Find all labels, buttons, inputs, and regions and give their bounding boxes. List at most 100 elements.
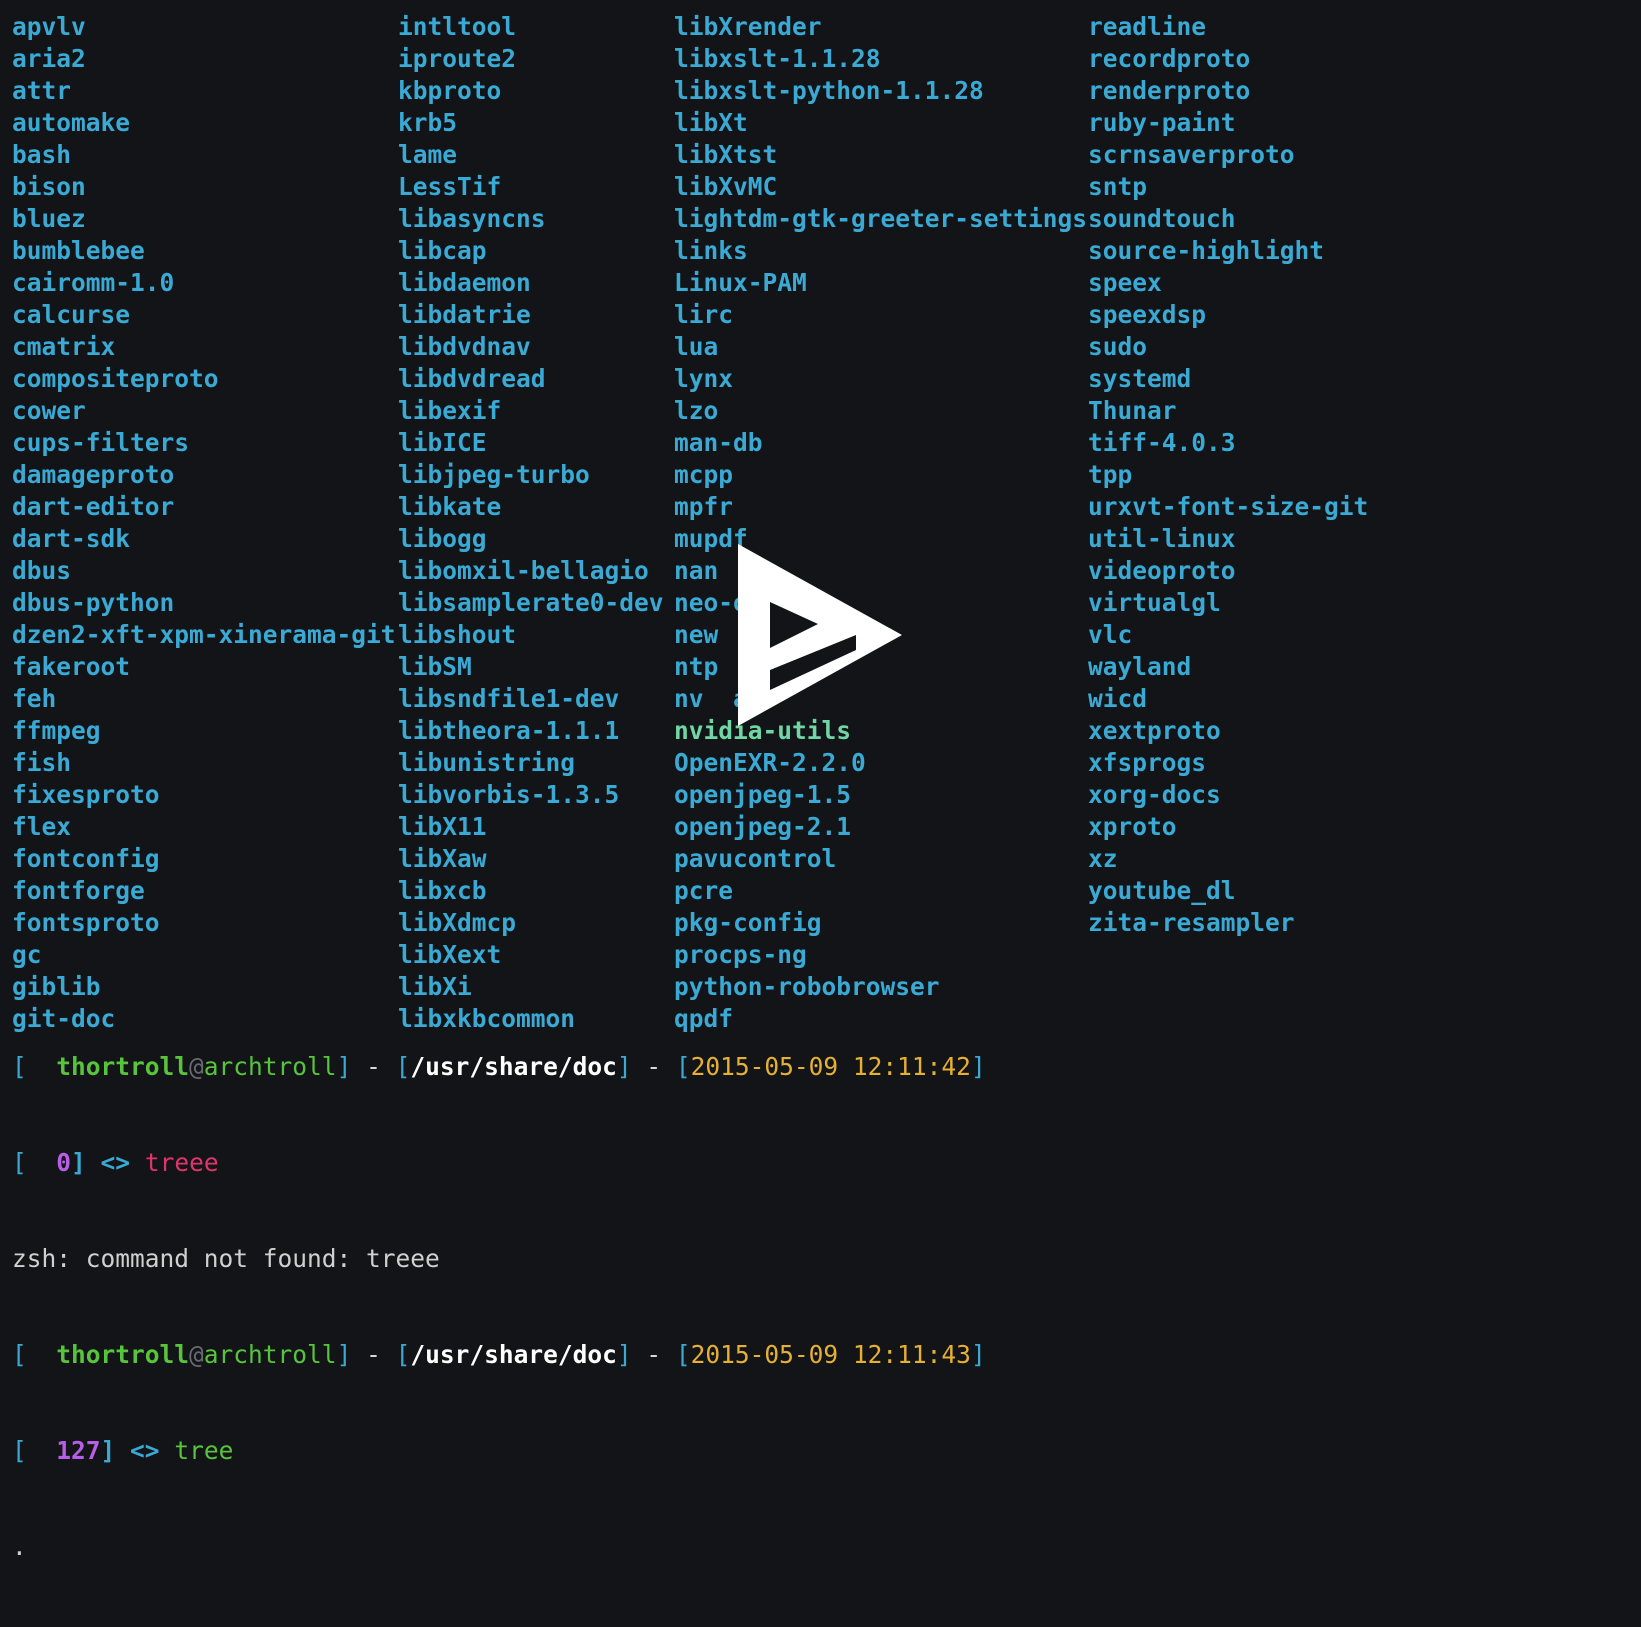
file-entry: renderproto xyxy=(1088,76,1251,105)
terminal-window[interactable]: apvlv aria2 attr automake bash bison bluez bumb… xyxy=(0,0,1641,1561)
file-entry: libdvdread xyxy=(398,364,546,393)
file-entry: dzen2-xft-xpm-xinerama-git xyxy=(12,620,396,649)
file-entry: libX11 xyxy=(398,812,487,841)
prompt-line-2: [ thortroll@archtroll] - [/usr/share/doc… xyxy=(12,1339,986,1371)
file-entry: LessTif xyxy=(398,172,502,201)
file-entry: sntp xyxy=(1088,172,1148,201)
file-entry: libxslt-python-1.1.28 xyxy=(674,76,984,105)
timestamp: 2015-05-09 12:11:43 xyxy=(690,1340,971,1369)
separator: - xyxy=(351,1052,396,1081)
file-entry: wicd xyxy=(1088,684,1148,713)
file-entry: util-linux xyxy=(1088,524,1236,553)
file-entry: damageproto xyxy=(12,460,175,489)
file-entry: dart-sdk xyxy=(12,524,131,553)
file-entry: xproto xyxy=(1088,812,1177,841)
file-entry: ruby-paint xyxy=(1088,108,1236,137)
file-entry: libasyncns xyxy=(398,204,546,233)
file-entry: libsamplerate0-dev xyxy=(398,588,664,617)
play-icon[interactable] xyxy=(730,540,910,730)
file-entry: Thunar xyxy=(1088,396,1177,425)
file-entry: bison xyxy=(12,172,86,201)
separator: - xyxy=(351,1340,396,1369)
prompt-area: [ thortroll@archtroll] - [/usr/share/doc… xyxy=(12,987,986,1627)
file-entry: videoproto xyxy=(1088,556,1236,585)
file-entry: krb5 xyxy=(398,108,458,137)
file-entry: cower xyxy=(12,396,86,425)
file-entry: libdvdnav xyxy=(398,332,531,361)
file-entry: bumblebee xyxy=(12,236,145,265)
file-entry: openjpeg-1.5 xyxy=(674,780,852,809)
file-entry: libXt xyxy=(674,108,748,137)
file-entry: youtube_dl xyxy=(1088,876,1236,905)
file-entry: libexif xyxy=(398,396,502,425)
bracket: [ xyxy=(12,1052,57,1081)
file-entry: readline xyxy=(1088,12,1207,41)
file-entry: libxslt-1.1.28 xyxy=(674,44,881,73)
hostname: archtroll xyxy=(203,1340,337,1369)
file-entry: procps-ng xyxy=(674,940,807,969)
file-entry: libXtst xyxy=(674,140,778,169)
bracket: [ xyxy=(12,1436,57,1465)
file-entry: automake xyxy=(12,108,131,137)
file-entry: tpp xyxy=(1088,460,1133,489)
listing-column-3: libXrender libxslt-1.1.28 libxslt-python-1… xyxy=(674,11,1087,1035)
separator: - xyxy=(631,1340,676,1369)
file-entry: soundtouch xyxy=(1088,204,1236,233)
file-entry: mcpp xyxy=(674,460,734,489)
file-entry: openjpeg-2.1 xyxy=(674,812,852,841)
file-entry: xfsprogs xyxy=(1088,748,1207,777)
listing-column-4: readline recordproto renderproto ruby-paint… xyxy=(1088,11,1368,939)
file-entry: libSM xyxy=(398,652,472,681)
bracket: [ xyxy=(395,1052,411,1081)
file-entry: kbproto xyxy=(398,76,502,105)
file-entry: lua xyxy=(674,332,719,361)
file-entry: virtualgl xyxy=(1088,588,1221,617)
file-entry: libunistring xyxy=(398,748,576,777)
listing-column-1: apvlv aria2 attr automake bash bison bluez bumb… xyxy=(12,11,396,1035)
file-entry: source-highlight xyxy=(1088,236,1325,265)
file-entry: libcap xyxy=(398,236,487,265)
timestamp: 2015-05-09 12:11:42 xyxy=(690,1052,971,1081)
bracket: ] xyxy=(336,1052,352,1081)
at-sign: @ xyxy=(189,1052,204,1081)
file-entry: libXext xyxy=(398,940,502,969)
file-entry: apvlv xyxy=(12,12,86,41)
status-line-2: [ 127] <> tree xyxy=(12,1435,986,1467)
exit-code: 127 xyxy=(56,1436,101,1465)
file-entry: cairomm-1.0 xyxy=(12,268,175,297)
file-entry: lzo xyxy=(674,396,719,425)
at-sign: @ xyxy=(189,1340,204,1369)
file-entry: libtheora-1.1.1 xyxy=(398,716,620,745)
prompt-arrow: <> xyxy=(85,1148,145,1177)
current-path: /usr/share/doc xyxy=(410,1052,617,1081)
bracket: ] xyxy=(71,1148,86,1177)
file-entry: libXdmcp xyxy=(398,908,517,937)
file-entry: fontsproto xyxy=(12,908,160,937)
bracket: ] xyxy=(616,1340,632,1369)
file-entry: tiff-4.0.3 xyxy=(1088,428,1236,457)
prompt-arrow: <> xyxy=(115,1436,175,1465)
file-entry: libICE xyxy=(398,428,487,457)
exit-code: 0 xyxy=(56,1148,72,1177)
file-entry: lame xyxy=(398,140,458,169)
file-entry: libdaemon xyxy=(398,268,531,297)
file-entry: man-db xyxy=(674,428,763,457)
file-entry: dbus-python xyxy=(12,588,175,617)
file-entry: feh xyxy=(12,684,57,713)
file-entry: bash xyxy=(12,140,72,169)
file-entry: libXvMC xyxy=(674,172,778,201)
bracket: [ xyxy=(675,1052,691,1081)
file-entry: dbus xyxy=(12,556,72,585)
bracket: [ xyxy=(675,1340,691,1369)
file-entry: wayland xyxy=(1088,652,1192,681)
bracket: [ xyxy=(12,1148,57,1177)
file-entry: xorg-docs xyxy=(1088,780,1221,809)
bracket: ] xyxy=(970,1052,986,1081)
file-entry: scrnsaverproto xyxy=(1088,140,1295,169)
file-entry: mpfr xyxy=(674,492,734,521)
file-entry: intltool xyxy=(398,12,517,41)
file-entry: libXaw xyxy=(398,844,487,873)
file-entry: gc xyxy=(12,940,42,969)
file-entry: cmatrix xyxy=(12,332,116,361)
file-entry: compositeproto xyxy=(12,364,219,393)
